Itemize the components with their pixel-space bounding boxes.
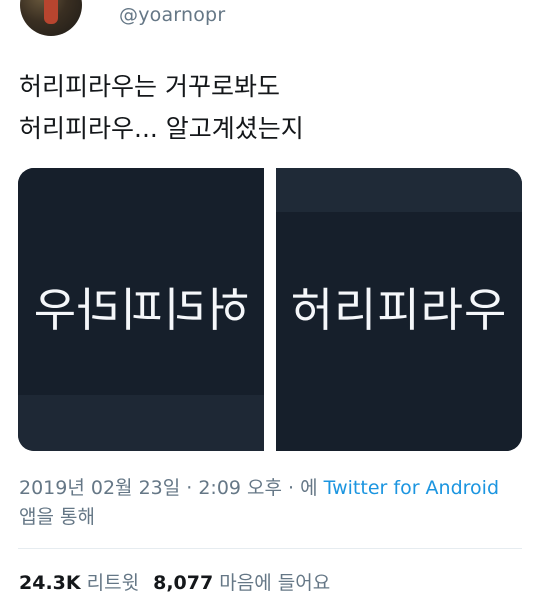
tweet-timestamp[interactable]: 2019년 02월 23일 · 2:09 오후 bbox=[19, 477, 282, 499]
image-band-bottom bbox=[276, 395, 522, 451]
likes-label: 마음에 들어요 bbox=[219, 572, 331, 594]
via-suffix: 앱을 통해 bbox=[19, 506, 95, 528]
retweets-count: 24.3K bbox=[19, 572, 81, 594]
media-grid: 허리피라우 허리피라우 bbox=[18, 168, 522, 451]
source-app-link[interactable]: Twitter for Android bbox=[324, 477, 499, 499]
media-image-right[interactable]: 허리피라우 bbox=[276, 168, 522, 451]
divider bbox=[18, 548, 522, 549]
tweet-text: 허리피라우는 거꾸로봐도 허리피라우... 알고계셨는지 bbox=[19, 72, 304, 143]
retweets-stat[interactable]: 24.3K 리트윗 bbox=[19, 572, 139, 594]
image-band-top bbox=[18, 168, 264, 212]
author-handle[interactable]: @yoarnopr bbox=[119, 4, 225, 26]
image-band-bottom bbox=[18, 395, 264, 451]
media-image-left[interactable]: 허리피라우 bbox=[18, 168, 264, 451]
tweet-stats: 24.3K 리트윗 8,077 마음에 들어요 bbox=[19, 568, 330, 595]
via-prefix: · 에 bbox=[282, 477, 324, 499]
image-caption-flipped: 허리피라우 bbox=[32, 283, 250, 337]
image-band-top bbox=[276, 168, 522, 212]
image-caption: 허리피라우 bbox=[290, 283, 508, 337]
avatar[interactable] bbox=[20, 0, 82, 36]
likes-stat[interactable]: 8,077 마음에 들어요 bbox=[153, 572, 330, 594]
tweet-meta: 2019년 02월 23일 · 2:09 오후 · 에 Twitter for … bbox=[19, 474, 519, 532]
likes-count: 8,077 bbox=[153, 572, 214, 594]
retweets-label: 리트윗 bbox=[86, 572, 140, 594]
